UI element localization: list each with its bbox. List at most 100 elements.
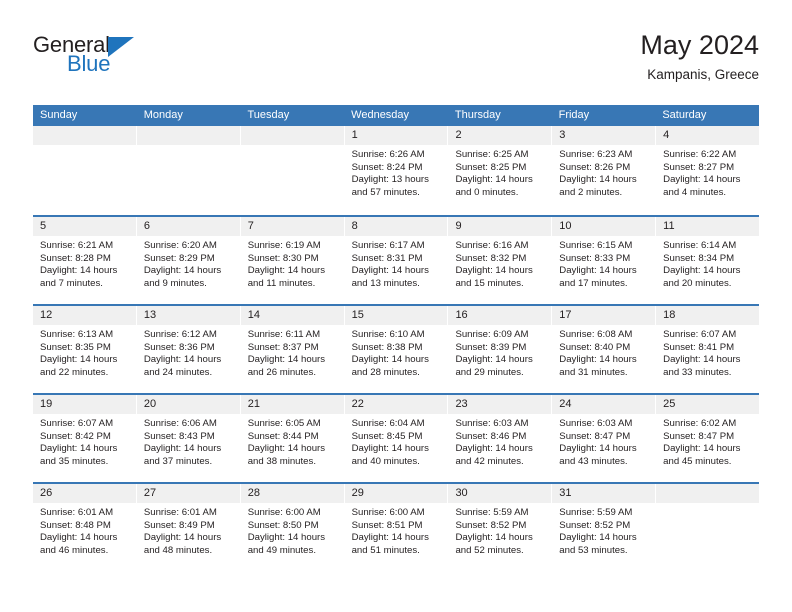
day-sun-info: Sunrise: 5:59 AM Sunset: 8:52 PM Dayligh…: [455, 507, 533, 556]
day-number: 2: [448, 126, 552, 145]
day-cell[interactable]: 3 Sunrise: 6:23 AM Sunset: 8:26 PM Dayli…: [552, 126, 657, 215]
day-cell[interactable]: 11 Sunrise: 6:14 AM Sunset: 8:34 PM Dayl…: [656, 217, 760, 304]
day-cell[interactable]: 17 Sunrise: 6:08 AM Sunset: 8:40 PM Dayl…: [552, 306, 657, 393]
day-number: [33, 126, 136, 145]
day-cell[interactable]: 20 Sunrise: 6:06 AM Sunset: 8:43 PM Dayl…: [136, 395, 241, 482]
day-sun-info: Sunrise: 6:03 AM Sunset: 8:47 PM Dayligh…: [559, 418, 637, 467]
day-number: [656, 484, 760, 503]
week-row: 1 Sunrise: 6:26 AM Sunset: 8:24 PM Dayli…: [33, 126, 760, 215]
day-number: 30: [448, 484, 552, 503]
day-cell[interactable]: 21 Sunrise: 6:05 AM Sunset: 8:44 PM Dayl…: [240, 395, 345, 482]
day-cell[interactable]: 8 Sunrise: 6:17 AM Sunset: 8:31 PM Dayli…: [344, 217, 449, 304]
day-number: 14: [240, 306, 344, 325]
day-cell[interactable]: 6 Sunrise: 6:20 AM Sunset: 8:29 PM Dayli…: [136, 217, 241, 304]
day-sun-info: Sunrise: 6:22 AM Sunset: 8:27 PM Dayligh…: [663, 149, 741, 198]
day-cell[interactable]: 10 Sunrise: 6:15 AM Sunset: 8:33 PM Dayl…: [552, 217, 657, 304]
day-number: 23: [448, 395, 552, 414]
day-cell[interactable]: 14 Sunrise: 6:11 AM Sunset: 8:37 PM Dayl…: [240, 306, 345, 393]
day-number: 16: [448, 306, 552, 325]
day-sun-info: Sunrise: 6:05 AM Sunset: 8:44 PM Dayligh…: [247, 418, 326, 467]
day-sun-info: Sunrise: 6:07 AM Sunset: 8:41 PM Dayligh…: [663, 329, 741, 378]
day-cell[interactable]: [656, 484, 760, 571]
day-sun-info: Sunrise: 6:00 AM Sunset: 8:51 PM Dayligh…: [351, 507, 429, 556]
week-row: 5 Sunrise: 6:21 AM Sunset: 8:28 PM Dayli…: [33, 215, 760, 304]
day-sun-info: Sunrise: 6:10 AM Sunset: 8:38 PM Dayligh…: [351, 329, 429, 378]
day-cell[interactable]: 13 Sunrise: 6:12 AM Sunset: 8:36 PM Dayl…: [136, 306, 241, 393]
day-sun-info: Sunrise: 6:11 AM Sunset: 8:37 PM Dayligh…: [247, 329, 326, 378]
page-subtitle: Kampanis, Greece: [647, 67, 759, 82]
day-number: 18: [656, 306, 760, 325]
logo-triangle-icon: [107, 37, 134, 57]
day-number: 17: [552, 306, 656, 325]
day-cell[interactable]: 16 Sunrise: 6:09 AM Sunset: 8:39 PM Dayl…: [448, 306, 553, 393]
day-cell[interactable]: 5 Sunrise: 6:21 AM Sunset: 8:28 PM Dayli…: [33, 217, 137, 304]
weekday-header-saturday: Saturday: [662, 109, 707, 121]
day-cell[interactable]: 15 Sunrise: 6:10 AM Sunset: 8:38 PM Dayl…: [344, 306, 449, 393]
day-number: 20: [136, 395, 240, 414]
day-cell[interactable]: 1 Sunrise: 6:26 AM Sunset: 8:24 PM Dayli…: [344, 126, 449, 215]
day-cell[interactable]: 22 Sunrise: 6:04 AM Sunset: 8:45 PM Dayl…: [344, 395, 449, 482]
day-cell[interactable]: [136, 126, 241, 215]
day-sun-info: Sunrise: 6:04 AM Sunset: 8:45 PM Dayligh…: [351, 418, 429, 467]
day-cell[interactable]: 28 Sunrise: 6:00 AM Sunset: 8:50 PM Dayl…: [240, 484, 345, 571]
day-sun-info: Sunrise: 6:12 AM Sunset: 8:36 PM Dayligh…: [143, 329, 222, 378]
week-row: 19 Sunrise: 6:07 AM Sunset: 8:42 PM Dayl…: [33, 393, 760, 482]
day-sun-info: Sunrise: 6:19 AM Sunset: 8:30 PM Dayligh…: [247, 240, 326, 289]
day-sun-info: Sunrise: 6:23 AM Sunset: 8:26 PM Dayligh…: [559, 149, 637, 198]
day-cell[interactable]: 7 Sunrise: 6:19 AM Sunset: 8:30 PM Dayli…: [240, 217, 345, 304]
day-sun-info: Sunrise: 6:26 AM Sunset: 8:24 PM Dayligh…: [351, 149, 429, 198]
page-title: May 2024: [640, 30, 759, 60]
weekday-header-tuesday: Tuesday: [247, 109, 290, 121]
day-cell[interactable]: 25 Sunrise: 6:02 AM Sunset: 8:47 PM Dayl…: [656, 395, 760, 482]
day-number: 28: [240, 484, 344, 503]
day-cell[interactable]: 27 Sunrise: 6:01 AM Sunset: 8:49 PM Dayl…: [136, 484, 241, 571]
day-cell[interactable]: 9 Sunrise: 6:16 AM Sunset: 8:32 PM Dayli…: [448, 217, 553, 304]
day-sun-info: Sunrise: 6:09 AM Sunset: 8:39 PM Dayligh…: [455, 329, 533, 378]
day-sun-info: Sunrise: 6:01 AM Sunset: 8:49 PM Dayligh…: [143, 507, 222, 556]
day-cell[interactable]: 19 Sunrise: 6:07 AM Sunset: 8:42 PM Dayl…: [33, 395, 137, 482]
weekday-header-row: Sunday Monday Tuesday Wednesday Thursday…: [33, 105, 759, 126]
day-number: 15: [344, 306, 448, 325]
day-cell[interactable]: 12 Sunrise: 6:13 AM Sunset: 8:35 PM Dayl…: [33, 306, 137, 393]
logo-word-general: General: [33, 32, 110, 57]
day-number: 22: [344, 395, 448, 414]
day-sun-info: Sunrise: 6:03 AM Sunset: 8:46 PM Dayligh…: [455, 418, 533, 467]
day-number: 6: [136, 217, 240, 236]
day-cell[interactable]: 29 Sunrise: 6:00 AM Sunset: 8:51 PM Dayl…: [344, 484, 449, 571]
logo-top-row: General: [33, 32, 233, 58]
day-number: [240, 126, 344, 145]
day-cell[interactable]: 23 Sunrise: 6:03 AM Sunset: 8:46 PM Dayl…: [448, 395, 553, 482]
week-row: 12 Sunrise: 6:13 AM Sunset: 8:35 PM Dayl…: [33, 304, 760, 393]
day-cell[interactable]: 2 Sunrise: 6:25 AM Sunset: 8:25 PM Dayli…: [448, 126, 553, 215]
page-header: General Blue May 2024 Kampanis, Greece: [33, 28, 759, 96]
day-number: 25: [656, 395, 760, 414]
weekday-header-sunday: Sunday: [40, 109, 78, 121]
day-sun-info: Sunrise: 6:25 AM Sunset: 8:25 PM Dayligh…: [455, 149, 533, 198]
day-cell[interactable]: 30 Sunrise: 5:59 AM Sunset: 8:52 PM Dayl…: [448, 484, 553, 571]
weekday-header-monday: Monday: [143, 109, 183, 121]
day-sun-info: Sunrise: 6:16 AM Sunset: 8:32 PM Dayligh…: [455, 240, 533, 289]
day-sun-info: [241, 145, 344, 149]
day-cell[interactable]: 24 Sunrise: 6:03 AM Sunset: 8:47 PM Dayl…: [552, 395, 657, 482]
day-cell[interactable]: 4 Sunrise: 6:22 AM Sunset: 8:27 PM Dayli…: [656, 126, 760, 215]
day-cell[interactable]: 26 Sunrise: 6:01 AM Sunset: 8:48 PM Dayl…: [33, 484, 137, 571]
calendar-page: General Blue May 2024 Kampanis, Greece S…: [0, 0, 792, 612]
day-cell[interactable]: 18 Sunrise: 6:07 AM Sunset: 8:41 PM Dayl…: [656, 306, 760, 393]
day-sun-info: Sunrise: 6:00 AM Sunset: 8:50 PM Dayligh…: [247, 507, 326, 556]
day-sun-info: Sunrise: 6:20 AM Sunset: 8:29 PM Dayligh…: [143, 240, 222, 289]
day-number: 10: [552, 217, 656, 236]
day-sun-info: Sunrise: 6:08 AM Sunset: 8:40 PM Dayligh…: [559, 329, 637, 378]
day-number: 27: [136, 484, 240, 503]
day-number: 7: [240, 217, 344, 236]
day-number: 11: [656, 217, 760, 236]
day-number: 4: [656, 126, 760, 145]
day-cell[interactable]: 31 Sunrise: 5:59 AM Sunset: 8:52 PM Dayl…: [552, 484, 657, 571]
day-number: 21: [240, 395, 344, 414]
day-number: [136, 126, 240, 145]
day-number: 24: [552, 395, 656, 414]
weekday-header-wednesday: Wednesday: [351, 109, 410, 121]
day-cell[interactable]: [33, 126, 137, 215]
general-blue-logo[interactable]: General Blue: [33, 32, 233, 77]
day-number: 29: [344, 484, 448, 503]
day-cell[interactable]: [240, 126, 345, 215]
